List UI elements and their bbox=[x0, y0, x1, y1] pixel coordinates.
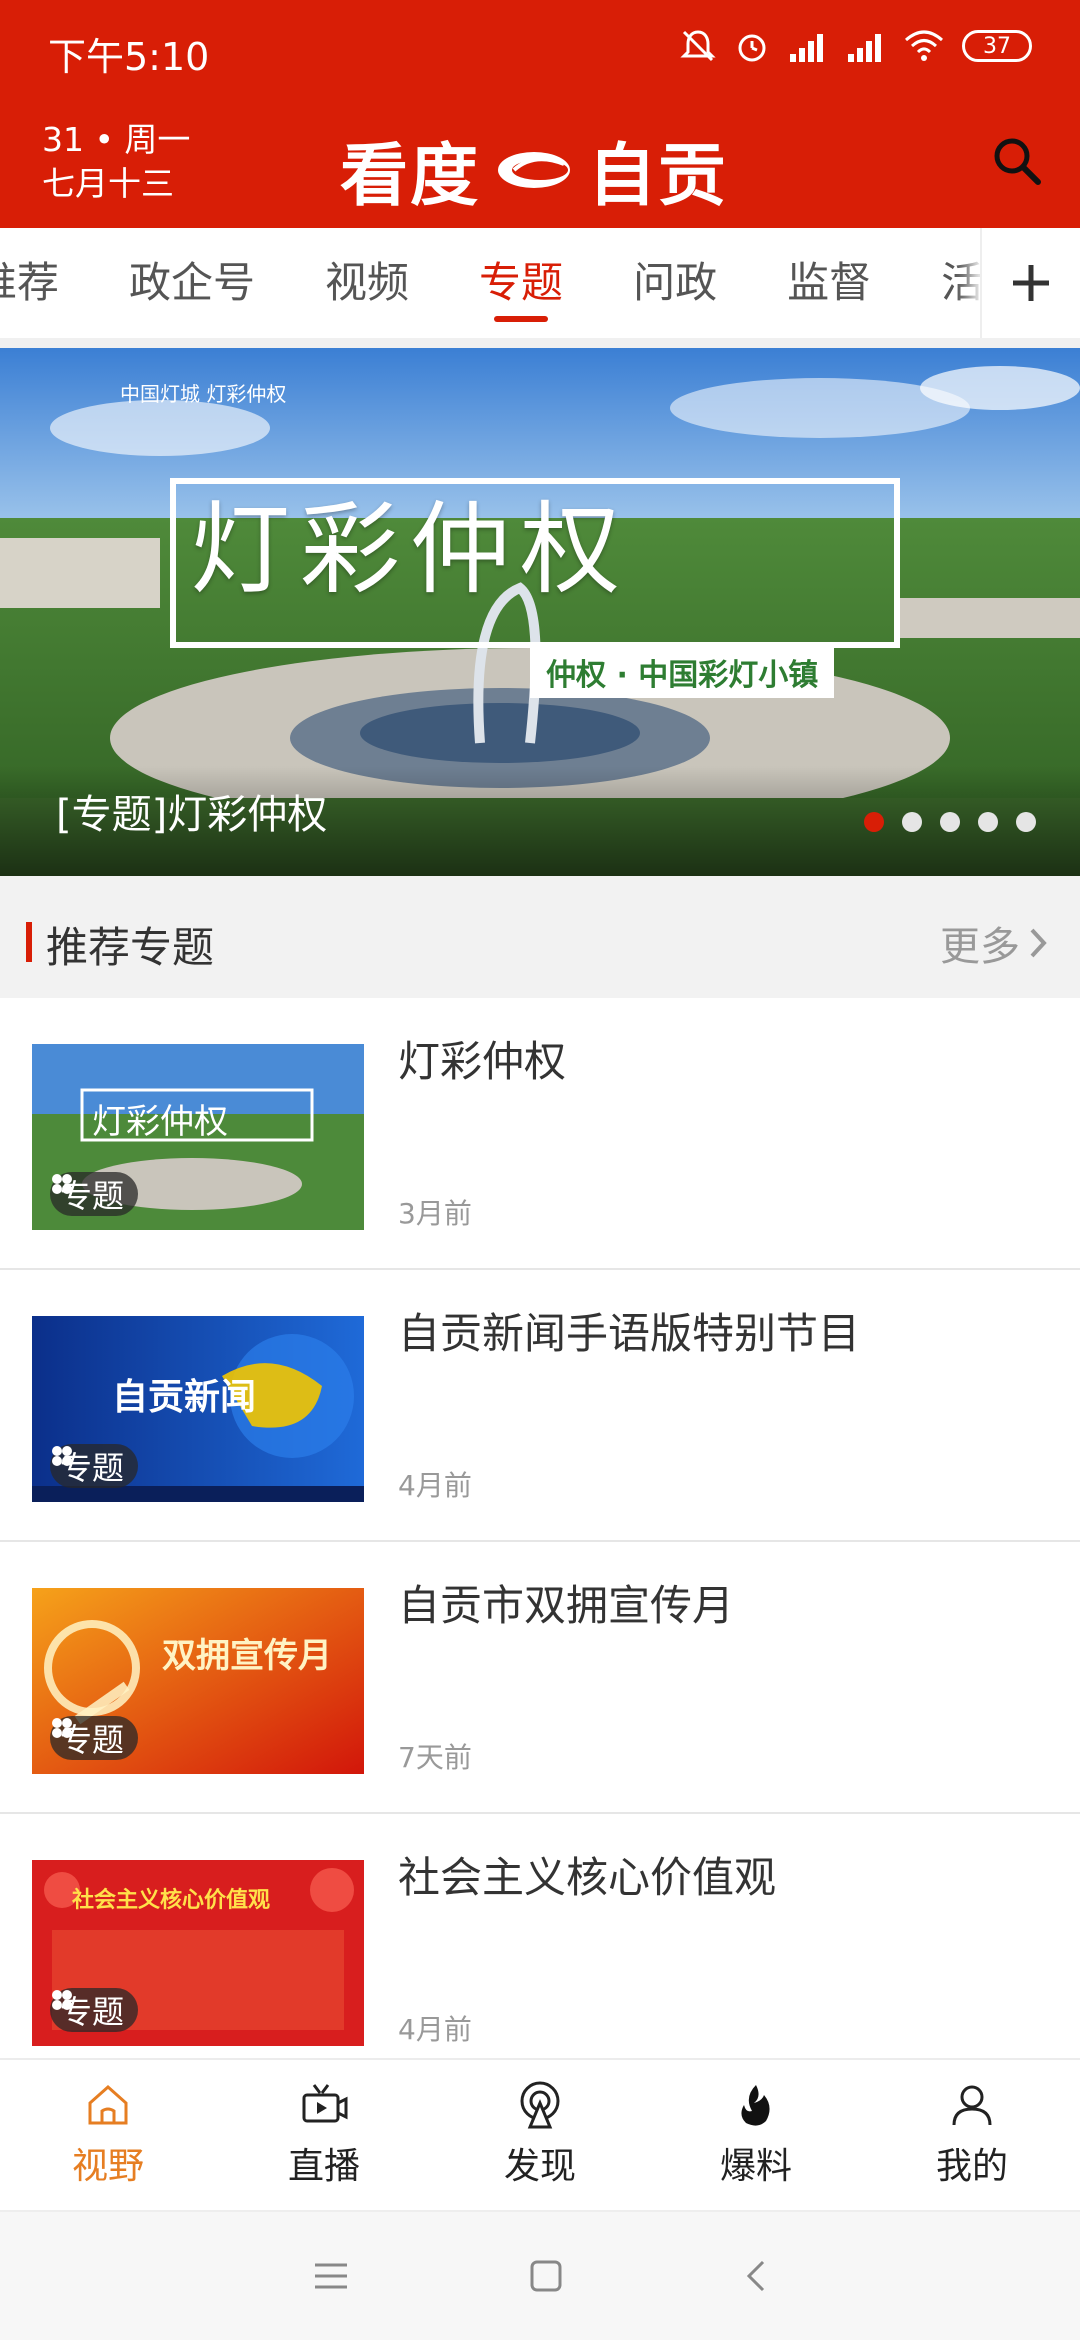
carousel-dot[interactable] bbox=[978, 812, 998, 832]
item-title: 自贡新闻手语版特别节目 bbox=[398, 1309, 861, 1358]
tv-icon bbox=[302, 2084, 348, 2123]
home-square-icon[interactable] bbox=[529, 2259, 563, 2293]
signal-icon bbox=[790, 34, 823, 62]
user-icon bbox=[952, 2085, 992, 2126]
carousel-dot[interactable] bbox=[940, 812, 960, 832]
tab-special-topic[interactable]: 专题 bbox=[444, 228, 598, 338]
clover-icon bbox=[52, 1174, 72, 1194]
status-bar: 下午5:10 37 bbox=[0, 0, 1080, 100]
topic-badge: 专题 bbox=[50, 1444, 139, 1488]
home-icon bbox=[88, 2084, 128, 2125]
section-accent-bar bbox=[26, 922, 32, 962]
app-header: 下午5:10 37 31 • 周一 七月十三 看度 自贡 bbox=[0, 0, 1080, 228]
tab-gov-enterprise[interactable]: 政企号 bbox=[94, 228, 290, 338]
carousel-dot[interactable] bbox=[1016, 812, 1036, 832]
banner-subtitle: 仲权 · 中国彩灯小镇 bbox=[530, 646, 835, 698]
logo-right-text: 自贡 bbox=[588, 137, 729, 216]
topic-banner[interactable]: 中国灯城 灯彩仲权 灯彩仲权 仲权 · 中国彩灯小镇 [专题]灯彩仲权 bbox=[0, 348, 1080, 876]
add-channel-button[interactable] bbox=[980, 228, 1080, 338]
carousel-dot[interactable] bbox=[864, 812, 884, 832]
item-thumbnail: 双拥宣传月 专题 bbox=[32, 1588, 364, 1774]
channel-tabs: 推荐 政企号 视频 专题 问政 监督 活动 bbox=[0, 228, 1080, 338]
flame-icon bbox=[741, 2085, 770, 2126]
nav-label: 直播 bbox=[287, 2146, 360, 2187]
search-icon[interactable] bbox=[988, 132, 1044, 188]
logo-left-text: 看度 bbox=[340, 137, 481, 216]
list-item[interactable]: 自贡新闻 专题 自贡新闻手语版特别节目 4月前 bbox=[0, 1270, 1080, 1542]
nav-tipoff[interactable]: 爆料 bbox=[648, 2060, 864, 2210]
item-thumbnail: 灯彩仲权 专题 bbox=[32, 1044, 364, 1230]
more-label: 更多 bbox=[940, 924, 1020, 970]
mute-icon bbox=[680, 30, 716, 62]
nav-label: 视野 bbox=[71, 2146, 144, 2187]
nav-profile[interactable]: 我的 bbox=[864, 2060, 1080, 2210]
list-item[interactable]: 双拥宣传月 专题 自贡市双拥宣传月 7天前 bbox=[0, 1542, 1080, 1814]
banner-caption: [专题]灯彩仲权 bbox=[56, 792, 328, 838]
back-icon[interactable] bbox=[743, 2258, 767, 2294]
item-thumbnail: 自贡新闻 专题 bbox=[32, 1316, 364, 1502]
tabs-track: 推荐 政企号 视频 专题 问政 监督 活动 bbox=[0, 228, 1060, 338]
item-thumbnail: 社会主义核心价值观 专题 bbox=[32, 1860, 364, 2046]
date-line2: 七月十三 bbox=[42, 164, 174, 203]
topic-badge: 专题 bbox=[50, 1988, 139, 2032]
tab-recommend[interactable]: 推荐 bbox=[0, 228, 94, 338]
clover-icon bbox=[52, 1990, 72, 2010]
list-item[interactable]: 社会主义核心价值观 专题 社会主义核心价值观 4月前 bbox=[0, 1814, 1080, 2058]
menu-icon[interactable] bbox=[313, 2261, 349, 2291]
item-time: 4月前 bbox=[398, 2013, 472, 2046]
nav-live[interactable]: 直播 bbox=[216, 2060, 432, 2210]
banner-top-text: 中国灯城 灯彩仲权 bbox=[120, 382, 287, 406]
item-time: 7天前 bbox=[398, 1741, 472, 1774]
system-navigation-bar bbox=[0, 2210, 1080, 2340]
signal-icon-2 bbox=[848, 34, 881, 62]
list-item[interactable]: 灯彩仲权 专题 灯彩仲权 3月前 bbox=[0, 998, 1080, 1270]
banner-headline: 灯彩仲权 bbox=[190, 491, 630, 608]
section-header: 推荐专题 更多 bbox=[0, 876, 1080, 998]
carousel-dots bbox=[864, 812, 1036, 832]
tab-supervision[interactable]: 监督 bbox=[752, 228, 906, 338]
tabs-divider bbox=[0, 338, 1080, 348]
header-date: 31 • 周一 七月十三 bbox=[42, 118, 190, 206]
app-logo: 看度 自贡 bbox=[340, 120, 728, 219]
nav-discover[interactable]: 发现 bbox=[432, 2060, 648, 2210]
battery-indicator: 37 bbox=[962, 30, 1032, 62]
tab-video[interactable]: 视频 bbox=[290, 228, 444, 338]
topic-badge: 专题 bbox=[50, 1172, 139, 1216]
item-time: 4月前 bbox=[398, 1469, 472, 1502]
plus-icon bbox=[1013, 265, 1049, 301]
clover-icon bbox=[52, 1718, 72, 1738]
more-link[interactable]: 更多 bbox=[940, 914, 1048, 972]
status-time: 下午5:10 bbox=[48, 35, 210, 79]
nav-home[interactable]: 视野 bbox=[0, 2060, 216, 2210]
tab-inquiry[interactable]: 问政 bbox=[598, 228, 752, 338]
item-title: 社会主义核心价值观 bbox=[398, 1853, 777, 1902]
item-title: 自贡市双拥宣传月 bbox=[398, 1581, 735, 1630]
thumbnail-text: 双拥宣传月 bbox=[162, 1636, 332, 1676]
topic-list-items: 灯彩仲权 专题 灯彩仲权 3月前 自贡新闻 专题 自贡新闻手语版特别节目 4月前… bbox=[0, 998, 1080, 2058]
section-title: 推荐专题 bbox=[46, 923, 215, 972]
alarm-icon bbox=[738, 34, 766, 62]
nav-label: 发现 bbox=[503, 2146, 576, 2187]
wifi-icon bbox=[905, 30, 943, 61]
thumbnail-text: 灯彩仲权 bbox=[92, 1102, 228, 1142]
chevron-right-icon bbox=[1030, 928, 1047, 958]
topic-badge: 专题 bbox=[50, 1716, 139, 1760]
date-line1: 31 • 周一 bbox=[42, 120, 191, 159]
carousel-dot[interactable] bbox=[902, 812, 922, 832]
clover-icon bbox=[52, 1446, 72, 1466]
thumbnail-text: 自贡新闻 bbox=[112, 1377, 257, 1418]
nav-label: 我的 bbox=[935, 2146, 1008, 2187]
nav-label: 爆料 bbox=[719, 2146, 792, 2187]
bottom-navigation: 视野 直播 发现 爆料 我的 bbox=[0, 2058, 1080, 2210]
item-title: 灯彩仲权 bbox=[398, 1037, 567, 1086]
item-time: 3月前 bbox=[398, 1197, 472, 1230]
thumbnail-text: 社会主义核心价值观 bbox=[72, 1888, 271, 1913]
broadcast-icon bbox=[520, 2081, 560, 2129]
logo-mark-icon bbox=[498, 151, 571, 188]
status-icons: 37 bbox=[680, 28, 1032, 64]
